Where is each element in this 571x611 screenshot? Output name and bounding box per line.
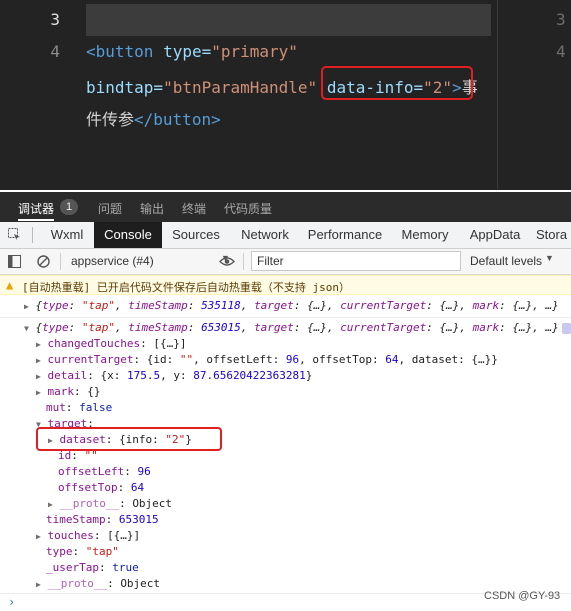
highlight-box-data-info	[321, 66, 473, 100]
prop-target-id: id: ""	[58, 449, 98, 462]
collapse-arrow-icon[interactable]: ▼	[24, 324, 29, 333]
code-editor[interactable]: 3 4 3 4 <button type="primary" bindtap="…	[0, 0, 571, 190]
prop-userTap: _userTap: true	[46, 561, 139, 574]
expand-arrow-icon[interactable]: ▶	[36, 372, 41, 381]
tab-sources[interactable]: Sources	[162, 222, 230, 248]
tab-console[interactable]: Console	[94, 222, 162, 248]
tab-storage[interactable]: Stora	[536, 222, 567, 248]
code-token-attr: type=	[153, 42, 212, 61]
tab-performance[interactable]: Performance	[300, 222, 390, 248]
prop-changedTouches[interactable]: ▶ changedTouches: [{…}]	[36, 336, 187, 352]
prop-touches[interactable]: ▶ touches: [{…}]	[36, 528, 140, 544]
log-entry-expanded[interactable]: ▼ {type: "tap", timeStamp: 653015, targe…	[24, 320, 559, 336]
devtools-tabbar: Wxml Console Sources Network Performance…	[0, 222, 571, 249]
editor-divider	[497, 0, 498, 190]
warning-text: [自动热重载] 已开启代码文件保存后自动热重载（不支持 json）	[22, 281, 350, 294]
debug-panel-tabs: 调试器 1 问题 输出 终端 代码质量	[0, 192, 571, 223]
line-number: 3	[50, 10, 60, 29]
warning-message: ▲ [自动热重载] 已开启代码文件保存后自动热重载（不支持 json）	[0, 275, 571, 295]
console-prompt-icon[interactable]: ›	[8, 595, 15, 609]
info-flag-icon	[562, 323, 571, 334]
prop-type: type: "tap"	[46, 545, 119, 558]
expand-arrow-icon[interactable]: ▶	[36, 580, 41, 589]
warning-icon: ▲	[6, 278, 14, 292]
console-output: ▲ [自动热重载] 已开启代码文件保存后自动热重载（不支持 json） ▶ {t…	[0, 275, 571, 611]
console-toolbar: appservice (#4) ▼ Filter Default levels …	[0, 249, 571, 275]
code-token-text: 件传参	[86, 110, 135, 129]
toolbar-separator	[243, 253, 244, 270]
prop-mark[interactable]: ▶ mark: {}	[36, 384, 100, 400]
expand-arrow-icon[interactable]: ▶	[48, 500, 53, 509]
log-entry-collapsed[interactable]: ▶ {type: "tap", timeStamp: 535118, targe…	[24, 298, 559, 314]
prop-target-proto[interactable]: ▶ __proto__: Object	[48, 496, 172, 512]
issue-count-badge: 1	[60, 199, 78, 215]
prop-timeStamp: timeStamp: 653015	[46, 513, 159, 526]
context-selector[interactable]: appservice (#4)	[71, 254, 154, 268]
filter-input[interactable]: Filter	[251, 251, 461, 271]
tab-issues[interactable]: 问题	[98, 200, 122, 217]
toolbar-separator	[60, 253, 61, 270]
current-line-highlight	[86, 4, 491, 36]
tab-debugger[interactable]: 调试器	[18, 200, 54, 217]
tab-code-quality[interactable]: 代码质量	[224, 200, 272, 217]
clear-console-icon[interactable]	[37, 255, 50, 268]
expand-arrow-icon[interactable]: ▶	[36, 356, 41, 365]
expand-arrow-icon[interactable]: ▶	[36, 388, 41, 397]
eye-icon[interactable]	[219, 256, 235, 267]
prop-detail[interactable]: ▶ detail: {x: 175.5, y: 87.6562042236328…	[36, 368, 312, 384]
code-token-string: "btnParamHandle"	[163, 78, 318, 97]
expand-arrow-icon[interactable]: ▶	[36, 340, 41, 349]
code-line-4[interactable]: <button type="primary"	[86, 42, 298, 61]
code-token-tag: <button	[86, 42, 154, 61]
prop-target-offsetTop: offsetTop: 64	[58, 481, 145, 494]
prop-proto[interactable]: ▶ __proto__: Object	[36, 576, 160, 592]
tabbar-separator	[32, 227, 33, 243]
tab-terminal[interactable]: 终端	[182, 200, 206, 217]
log-levels-dropdown[interactable]: Default levels	[470, 254, 542, 268]
active-tab-indicator	[18, 219, 54, 221]
prop-mut: mut: false	[46, 401, 113, 414]
expand-arrow-icon[interactable]: ▶	[36, 532, 41, 541]
code-token-attr: bindtap=	[86, 78, 164, 97]
code-token-string: "primary"	[211, 42, 298, 61]
tab-network[interactable]: Network	[230, 222, 300, 248]
line-number: 4	[50, 42, 60, 61]
minimap-line-number: 4	[556, 42, 566, 61]
inspect-element-icon[interactable]	[8, 228, 21, 241]
chevron-down-icon[interactable]: ▼	[545, 253, 554, 263]
code-token-tag: </button>	[134, 110, 221, 129]
tab-memory[interactable]: Memory	[390, 222, 460, 248]
expand-arrow-icon[interactable]: ▶	[24, 302, 29, 311]
prop-currentTarget[interactable]: ▶ currentTarget: {id: "", offsetLeft: 96…	[36, 352, 498, 368]
watermark: CSDN @GY-93	[484, 590, 561, 602]
tab-wxml[interactable]: Wxml	[40, 222, 94, 248]
sidebar-toggle-icon[interactable]	[8, 255, 21, 268]
prop-target-offsetLeft: offsetLeft: 96	[58, 465, 151, 478]
tab-output[interactable]: 输出	[140, 200, 164, 217]
minimap-line-number: 3	[556, 10, 566, 29]
row-divider	[0, 317, 571, 318]
code-line-6[interactable]: 件传参</button>	[86, 106, 221, 130]
tab-appdata[interactable]: AppData	[460, 222, 530, 248]
